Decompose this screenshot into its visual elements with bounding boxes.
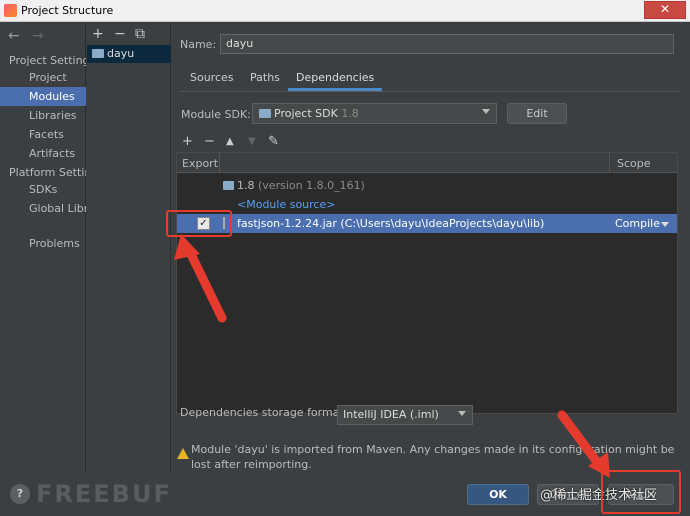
chevron-down-icon [482,109,490,114]
storage-format-value: IntelliJ IDEA (.iml) [343,408,439,421]
storage-format-select[interactable]: IntelliJ IDEA (.iml) [337,405,473,425]
dependency-text: fastjson-1.2.24.jar (C:\Users\dayu\IdeaP… [237,214,544,233]
help-button[interactable]: ? [10,484,30,504]
forward-arrow-icon[interactable]: → [32,28,44,44]
modules-list-pane: + − ⧉ dayu [87,22,171,516]
apply-button-highlight [601,470,681,514]
dependency-text: 1.8 (version 1.8.0_161) [237,176,365,195]
column-scope[interactable]: Scope [617,157,651,170]
sdk-folder-icon [259,109,271,118]
column-export[interactable]: Export [182,157,218,170]
module-sdk-select[interactable]: Project SDK 1.8 [252,103,497,124]
scope-dropdown[interactable]: Compile [615,214,660,233]
export-checkbox-highlight [166,210,232,237]
dependency-row-fastjson[interactable]: ✓ fastjson-1.2.24.jar (C:\Users\dayu\Ide… [177,214,677,233]
jdk-folder-icon [223,181,234,190]
name-label: Name: [180,38,217,51]
storage-format-label: Dependencies storage format: [180,406,348,419]
sidebar-item-libraries[interactable]: Libraries [0,106,86,125]
window-title: Project Structure [21,4,114,17]
dependency-name: fastjson-1.2.24.jar [237,217,337,230]
dependency-row-jdk[interactable]: 1.8 (version 1.8.0_161) [177,176,677,195]
sdk-version: 1.8 [341,107,359,120]
close-button[interactable]: ✕ [644,1,686,19]
sdk-value: Project SDK [274,107,338,120]
copy-module-button[interactable]: ⧉ [135,26,145,42]
edit-dependency-button[interactable]: ✎ [268,134,279,149]
back-arrow-icon[interactable]: ← [8,28,20,44]
sidebar-item-artifacts[interactable]: Artifacts [0,144,86,163]
move-down-button[interactable]: ▼ [248,136,256,147]
module-name-input[interactable]: dayu [220,34,674,54]
dependency-row-module-source[interactable]: <Module source> [177,195,677,214]
freebuf-watermark: FREEBUF [36,480,172,508]
ok-button[interactable]: OK [467,484,529,505]
column-divider [219,153,220,173]
module-details-pane: Name: dayu Sources Paths Dependencies Mo… [172,22,690,516]
sidebar-item-modules[interactable]: Modules [0,87,86,106]
sidebar-item-problems[interactable]: Problems [0,234,86,253]
maven-warning-text: Module 'dayu' is imported from Maven. An… [191,443,675,471]
sidebar-item-project[interactable]: Project [0,68,86,87]
module-item-dayu[interactable]: dayu [87,45,171,63]
dependencies-table-header: Export Scope [177,153,677,173]
warning-icon [177,448,189,459]
dependency-name: 1.8 [237,179,255,192]
move-up-button[interactable]: ▲ [226,136,234,147]
dependency-detail: (version 1.8.0_161) [258,179,365,192]
intellij-icon [4,4,17,17]
tab-divider [180,91,680,92]
title-bar: Project Structure ✕ [0,0,690,22]
module-sdk-label: Module SDK: [181,108,251,121]
sidebar-item-facets[interactable]: Facets [0,125,86,144]
dependencies-table: Export Scope 1.8 (version 1.8.0_161) <Mo… [176,152,678,414]
chevron-down-icon [458,411,466,416]
module-folder-icon [92,49,104,58]
dependency-detail: (C:\Users\dayu\IdeaProjects\dayu\lib) [340,217,545,230]
remove-dependency-button[interactable]: − [204,134,215,149]
dependency-name: <Module source> [237,198,336,211]
chevron-down-icon [661,222,669,227]
tab-sources[interactable]: Sources [182,67,242,91]
edit-sdk-button[interactable]: Edit [507,103,567,124]
add-module-button[interactable]: + [92,26,104,42]
remove-module-button[interactable]: − [114,26,126,42]
tab-paths[interactable]: Paths [242,67,288,91]
sidebar-item-sdks[interactable]: SDKs [0,180,86,199]
sidebar-item-global-libraries[interactable]: Global Libraries [0,199,86,218]
settings-sidebar: ← → Project Settings Project Modules Lib… [0,22,86,516]
module-item-label: dayu [107,47,135,60]
column-divider [609,153,610,173]
add-dependency-button[interactable]: + [182,134,193,149]
tab-dependencies[interactable]: Dependencies [288,67,383,91]
